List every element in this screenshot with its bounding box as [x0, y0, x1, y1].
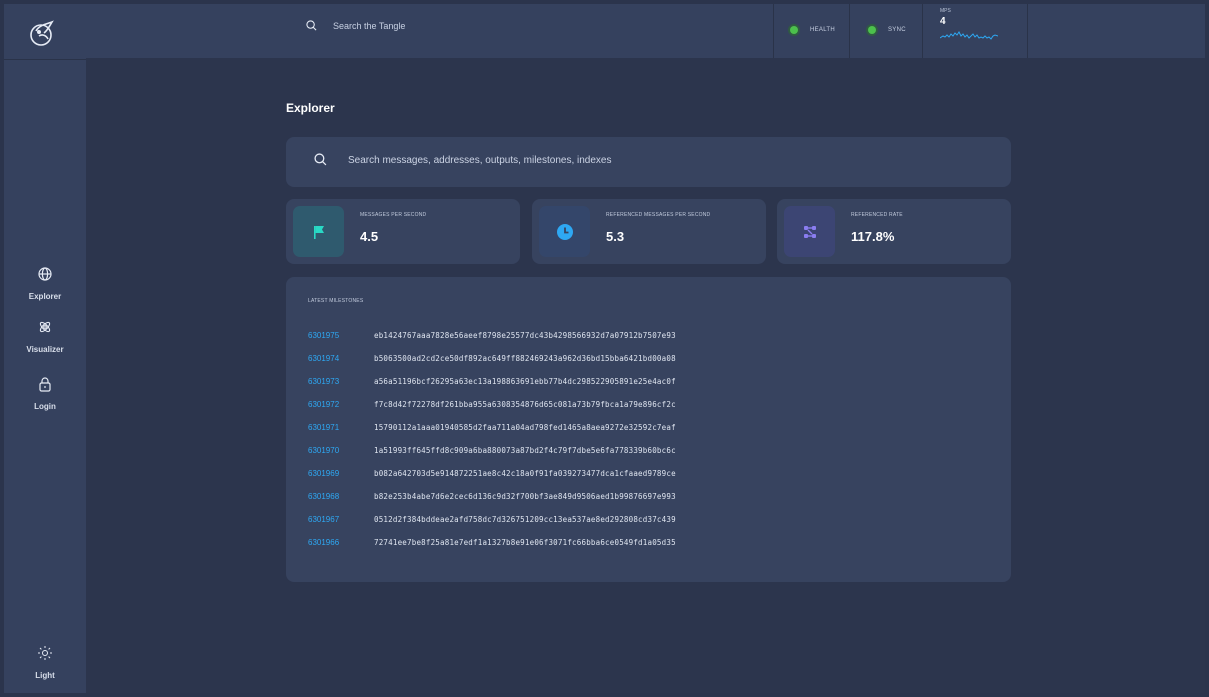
- list-item[interactable]: 6301970 1a51993ff645ffd8c909a6ba880073a8…: [308, 444, 676, 456]
- milestone-index-link[interactable]: 6301966: [308, 538, 374, 547]
- hornet-logo-icon[interactable]: [24, 16, 60, 52]
- clock-icon: [556, 223, 573, 240]
- theme-toggle-label: Light: [35, 671, 55, 680]
- list-item[interactable]: 6301971 15790112a1aaa01940585d2faa711a04…: [308, 421, 676, 433]
- latest-milestones-panel: LATEST MILESTONES 6301975 eb1424767aaa78…: [286, 277, 1011, 582]
- milestone-index-link[interactable]: 6301974: [308, 354, 374, 363]
- milestone-index-link[interactable]: 6301967: [308, 515, 374, 524]
- search-icon: [314, 153, 327, 166]
- sync-indicator-icon: [868, 26, 876, 34]
- stat-card-referenced-rate: REFERENCED RATE 117.8%: [777, 199, 1011, 264]
- globe-icon: [38, 267, 52, 281]
- milestone-index-link[interactable]: 6301972: [308, 400, 374, 409]
- stat-value: 4.5: [360, 229, 379, 244]
- health-label: HEALTH: [810, 27, 836, 33]
- top-bar: Search the Tangle HEALTH SYNC MPS 4: [86, 4, 1205, 58]
- mps-label: MPS: [940, 8, 951, 14]
- health-indicator-icon: [790, 26, 798, 34]
- search-icon: [306, 20, 317, 31]
- tangle-search-input[interactable]: Search the Tangle: [333, 21, 405, 31]
- milestone-hash-link[interactable]: 1a51993ff645ffd8c909a6ba880073a87bd2f4c7…: [374, 446, 676, 455]
- milestone-index-link[interactable]: 6301970: [308, 446, 374, 455]
- logo-divider: [4, 59, 86, 60]
- flag-icon: [313, 225, 324, 239]
- stat-value: 117.8%: [851, 229, 895, 244]
- milestone-index-link[interactable]: 6301971: [308, 423, 374, 432]
- sidebar-item-label: Explorer: [28, 292, 62, 301]
- sun-icon: [38, 646, 52, 660]
- milestone-index-link[interactable]: 6301969: [308, 469, 374, 478]
- stat-label: REFERENCED MESSAGES PER SECOND: [606, 212, 711, 218]
- milestone-hash-link[interactable]: b5063500ad2cd2ce50df892ac649ff882469243a…: [374, 354, 676, 363]
- stat-card-messages-per-second: MESSAGES PER SECOND 4.5: [286, 199, 520, 264]
- explorer-search[interactable]: Search messages, addresses, outputs, mil…: [286, 137, 1011, 187]
- milestone-hash-link[interactable]: 15790112a1aaa01940585d2faa711a04ad798fed…: [374, 423, 676, 432]
- sidebar-item-label: Login: [34, 402, 56, 411]
- list-item[interactable]: 6301968 b82e253b4abe7d6e2cec6d136c9d32f7…: [308, 490, 676, 502]
- sync-status: SYNC: [868, 26, 906, 34]
- sidebar-item-login[interactable]: Login: [4, 376, 86, 414]
- visualizer-icon: [39, 321, 51, 333]
- stat-card-referenced-messages-per-second: REFERENCED MESSAGES PER SECOND 5.3: [532, 199, 766, 264]
- health-status: HEALTH: [790, 26, 835, 34]
- explorer-search-input[interactable]: Search messages, addresses, outputs, mil…: [348, 155, 611, 166]
- stat-label: MESSAGES PER SECOND: [360, 212, 427, 218]
- milestone-hash-link[interactable]: eb1424767aaa7828e56aeef8798e25577dc43b42…: [374, 331, 676, 340]
- tangle-search[interactable]: Search the Tangle: [306, 20, 405, 31]
- sidebar: Explorer Visualizer Login Light: [4, 4, 86, 693]
- list-item[interactable]: 6301966 72741ee7be8f25a81e7edf1a1327b8e9…: [308, 536, 676, 548]
- divider: [922, 4, 923, 58]
- page-title: Explorer: [286, 101, 335, 115]
- stat-label: REFERENCED RATE: [851, 212, 903, 218]
- lock-icon: [39, 377, 51, 392]
- latest-milestones-title: LATEST MILESTONES: [308, 298, 364, 304]
- stat-value: 5.3: [606, 229, 625, 244]
- stat-icon-box: [539, 206, 590, 257]
- stat-icon-box: [784, 206, 835, 257]
- stat-icon-box: [293, 206, 344, 257]
- milestone-hash-link[interactable]: b82e253b4abe7d6e2cec6d136c9d32f700bf3ae8…: [374, 492, 676, 501]
- list-item[interactable]: 6301967 0512d2f384bddeae2afd758dc7d32675…: [308, 513, 676, 525]
- theme-toggle[interactable]: Light: [4, 645, 86, 683]
- list-item[interactable]: 6301973 a56a51196bcf26295a63ec13a1988636…: [308, 375, 676, 387]
- sidebar-item-label: Visualizer: [26, 345, 64, 354]
- milestone-index-link[interactable]: 6301973: [308, 377, 374, 386]
- milestone-index-link[interactable]: 6301968: [308, 492, 374, 501]
- divider: [773, 4, 774, 58]
- milestone-hash-link[interactable]: b082a642703d5e914872251ae8c42c18a0f91fa0…: [374, 469, 676, 478]
- list-item[interactable]: 6301974 b5063500ad2cd2ce50df892ac649ff88…: [308, 352, 676, 364]
- milestone-hash-link[interactable]: f7c8d42f72278df261bba955a6308354876d65c0…: [374, 400, 676, 409]
- nodes-icon: [803, 225, 816, 238]
- divider: [1027, 4, 1028, 58]
- milestone-index-link[interactable]: 6301975: [308, 331, 374, 340]
- list-item[interactable]: 6301969 b082a642703d5e914872251ae8c42c18…: [308, 467, 676, 479]
- mps-widget: MPS 4: [939, 8, 999, 45]
- sync-label: SYNC: [888, 27, 906, 33]
- milestone-hash-link[interactable]: 0512d2f384bddeae2afd758dc7d326751209cc13…: [374, 515, 676, 524]
- mps-sparkline: [939, 31, 999, 40]
- divider: [849, 4, 850, 58]
- list-item[interactable]: 6301975 eb1424767aaa7828e56aeef8798e2557…: [308, 329, 676, 341]
- list-item[interactable]: 6301972 f7c8d42f72278df261bba955a6308354…: [308, 398, 676, 410]
- sidebar-item-explorer[interactable]: Explorer: [4, 266, 86, 304]
- sidebar-item-visualizer[interactable]: Visualizer: [4, 319, 86, 357]
- milestone-hash-link[interactable]: a56a51196bcf26295a63ec13a198863691ebb77b…: [374, 377, 676, 386]
- mps-value: 4: [940, 16, 946, 27]
- milestone-hash-link[interactable]: 72741ee7be8f25a81e7edf1a1327b8e91e06f307…: [374, 538, 676, 547]
